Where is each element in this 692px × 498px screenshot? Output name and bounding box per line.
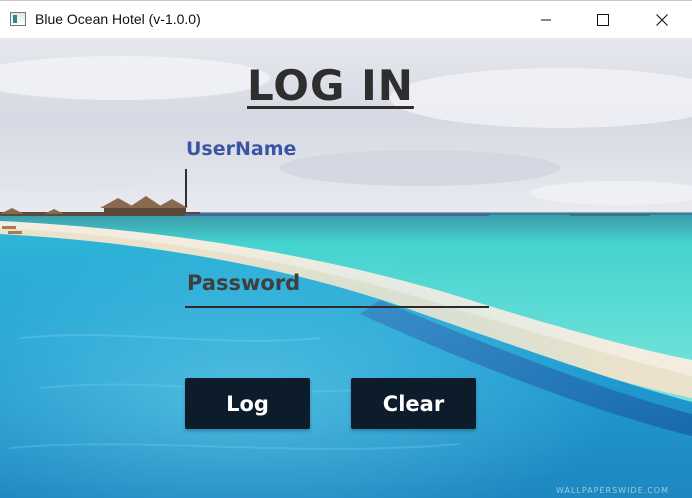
text-caret — [185, 169, 187, 207]
password-field[interactable] — [185, 260, 489, 308]
wallpaper-watermark: WALLPAPERSWIDE.COM — [556, 486, 669, 495]
app-window: Blue Ocean Hotel (v-1.0.0) LOG IN UserNa… — [0, 0, 692, 498]
maximize-button[interactable] — [574, 1, 632, 38]
close-icon — [656, 13, 668, 26]
username-field[interactable] — [185, 168, 489, 216]
title-bar[interactable]: Blue Ocean Hotel (v-1.0.0) — [0, 0, 692, 38]
minimize-icon — [541, 19, 551, 20]
username-label: UserName — [186, 138, 297, 160]
app-window-icon — [10, 12, 26, 26]
login-panel: LOG IN UserName Log Clear WALLPAPERSWIDE… — [0, 38, 692, 498]
log-button[interactable]: Log — [185, 378, 310, 429]
window-title: Blue Ocean Hotel (v-1.0.0) — [35, 11, 201, 27]
clear-button[interactable]: Clear — [351, 378, 476, 429]
close-button[interactable] — [633, 1, 691, 38]
login-heading: LOG IN — [247, 61, 414, 110]
minimize-button[interactable] — [517, 1, 575, 38]
maximize-icon — [597, 13, 609, 26]
